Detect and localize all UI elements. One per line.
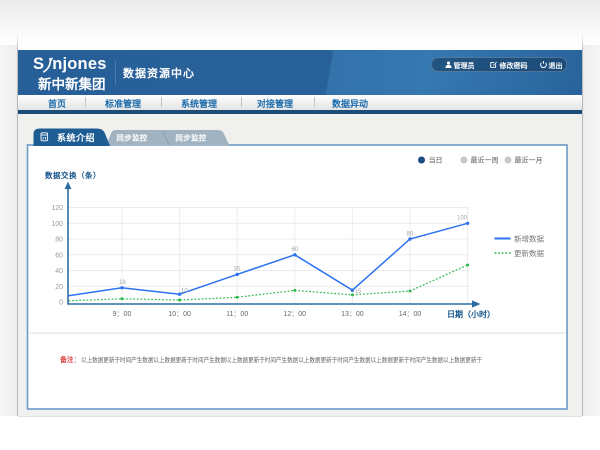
svg-text:最近一周: 最近一周 (471, 156, 499, 165)
svg-text:数据交换（条）: 数据交换（条） (45, 170, 101, 180)
svg-text:10: 10 (181, 289, 188, 295)
svg-text:100: 100 (51, 221, 63, 228)
svg-text:0: 0 (59, 300, 63, 307)
svg-text:80: 80 (407, 232, 414, 238)
svg-text:：: ： (74, 357, 81, 364)
svg-text:18: 18 (119, 280, 126, 286)
svg-text:以上数据更新于时间产生数据以上数据更新于时间产生数据以上数据: 以上数据更新于时间产生数据以上数据更新于时间产生数据以上数据更新于时间产生数据以… (81, 355, 482, 364)
svg-text:同步监控: 同步监控 (116, 133, 147, 143)
svg-text:最近一月: 最近一月 (515, 156, 543, 165)
svg-text:14：00: 14：00 (399, 311, 422, 318)
svg-text:当日: 当日 (429, 156, 443, 165)
svg-text:80: 80 (55, 237, 63, 244)
svg-text:100: 100 (457, 216, 468, 222)
svg-text:15: 15 (355, 289, 362, 295)
svg-text:10：00: 10：00 (168, 311, 191, 318)
svg-text:120: 120 (51, 205, 63, 212)
svg-text:12：00: 12：00 (284, 311, 307, 318)
svg-text:日期（小时）: 日期（小时） (447, 309, 495, 319)
svg-text:系统介绍: 系统介绍 (57, 132, 95, 143)
svg-text:20: 20 (55, 284, 63, 291)
svg-text:13：00: 13：00 (341, 311, 364, 318)
svg-text:60: 60 (292, 247, 299, 253)
svg-text:40: 40 (55, 268, 63, 275)
svg-text:备注: 备注 (59, 355, 74, 364)
svg-text:35: 35 (234, 267, 241, 273)
svg-text:11：00: 11：00 (226, 311, 248, 318)
svg-text:更新数据: 更新数据 (514, 248, 544, 258)
svg-text:同步监控: 同步监控 (175, 133, 206, 143)
svg-text:新增数据: 新增数据 (514, 234, 544, 244)
svg-text:9：00: 9：00 (113, 311, 132, 318)
svg-text:60: 60 (55, 252, 63, 259)
